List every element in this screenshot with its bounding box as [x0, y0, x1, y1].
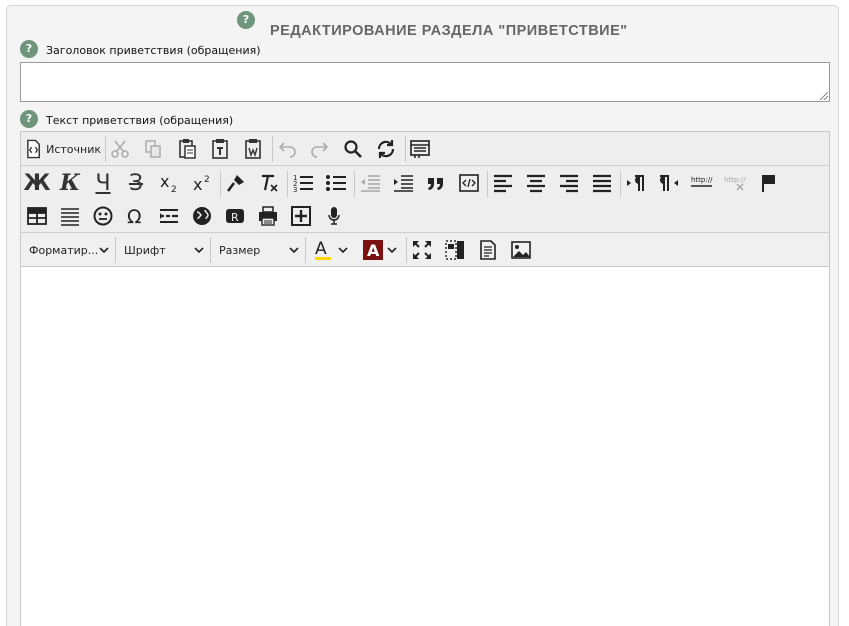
insert-plus-icon[interactable]	[286, 202, 316, 230]
numbered-list-icon[interactable]: 123	[288, 169, 318, 197]
show-blocks-icon[interactable]	[440, 236, 470, 264]
cut-icon[interactable]	[105, 135, 135, 163]
svg-text:2: 2	[204, 175, 210, 185]
editor-content-area[interactable]	[21, 268, 829, 626]
indent-icon[interactable]	[388, 169, 418, 197]
source-label: Источник	[46, 142, 101, 156]
blockquote-icon[interactable]	[421, 169, 451, 197]
background-color-icon: A	[363, 240, 397, 260]
text-color-icon: A	[315, 239, 348, 260]
strikethrough-button[interactable]: З	[121, 169, 151, 197]
separator	[305, 237, 306, 263]
bold-button[interactable]: Ж	[22, 169, 52, 197]
heading-textarea[interactable]	[20, 62, 830, 102]
outdent-icon[interactable]	[355, 169, 385, 197]
chevron-down-icon	[289, 247, 299, 254]
chevron-down-icon	[194, 247, 204, 254]
redo-icon[interactable]	[305, 135, 335, 163]
svg-text:Ω: Ω	[127, 206, 142, 227]
horizontal-rule-icon[interactable]	[55, 202, 85, 230]
undo-icon[interactable]	[272, 135, 302, 163]
rtl-direction-icon[interactable]	[654, 169, 684, 197]
smiley-icon[interactable]	[88, 202, 118, 230]
iframe-globe-icon[interactable]	[187, 202, 217, 230]
page-help-icon[interactable]: ?	[237, 11, 255, 29]
copy-format-icon[interactable]	[221, 169, 251, 197]
special-char-icon[interactable]: Ω	[121, 202, 151, 230]
format-select-value: Форматир...	[29, 243, 99, 257]
size-select[interactable]: Размер	[211, 237, 303, 263]
font-select-value: Шрифт	[124, 243, 166, 257]
source-icon	[27, 139, 40, 159]
print-icon[interactable]	[253, 202, 283, 230]
align-right-icon[interactable]	[554, 169, 584, 197]
svg-text:A: A	[315, 239, 327, 259]
heading-help-icon[interactable]: ?	[20, 40, 38, 58]
text-field-label: Текст приветствия (обращения)	[46, 114, 234, 127]
align-left-icon[interactable]	[488, 169, 518, 197]
toolbar-row-3: Форматир... Шрифт Размер A A	[21, 233, 829, 267]
table-icon[interactable]	[22, 202, 52, 230]
svg-text:2: 2	[171, 185, 177, 194]
heading-field-label: Заголовок приветствия (обращения)	[46, 44, 261, 57]
paste-icon[interactable]	[172, 135, 202, 163]
svg-text:3: 3	[293, 186, 297, 194]
font-select[interactable]: Шрифт	[116, 237, 208, 263]
toolbar-row-1: Источник	[21, 132, 829, 166]
bulleted-list-icon[interactable]	[321, 169, 351, 197]
text-help-icon[interactable]: ?	[20, 110, 38, 128]
templates-icon[interactable]	[405, 135, 435, 163]
size-select-value: Размер	[219, 243, 261, 257]
unlink-icon[interactable]: http://	[720, 169, 750, 197]
page-break-icon[interactable]	[154, 202, 184, 230]
paste-text-icon[interactable]	[205, 135, 235, 163]
svg-text:http://: http://	[691, 176, 713, 184]
source-button[interactable]: Источник	[25, 135, 101, 163]
image-icon[interactable]	[506, 236, 536, 264]
text-color-button[interactable]: A	[309, 236, 353, 264]
code-snippet-icon[interactable]	[454, 169, 484, 197]
align-justify-icon[interactable]	[587, 169, 617, 197]
svg-text:http://: http://	[724, 176, 746, 184]
italic-button[interactable]: К	[55, 169, 85, 197]
replace-icon[interactable]	[371, 135, 401, 163]
superscript-icon[interactable]: x2	[187, 169, 217, 197]
chevron-down-icon	[99, 247, 109, 254]
svg-text:x: x	[160, 172, 169, 191]
svg-text:A: A	[367, 241, 380, 260]
format-select[interactable]: Форматир...	[21, 237, 113, 263]
microphone-icon[interactable]	[319, 202, 349, 230]
svg-text:R: R	[231, 211, 239, 224]
search-icon[interactable]	[338, 135, 368, 163]
link-icon[interactable]: http://	[687, 169, 717, 197]
paste-word-icon[interactable]	[238, 135, 268, 163]
toolbar-row-2: Ж К Ч З x2 x2 123 http:// http:// Ω R	[21, 166, 829, 233]
maximize-icon[interactable]	[407, 236, 437, 264]
widget-r-icon[interactable]: R	[220, 202, 250, 230]
resize-grip[interactable]	[820, 92, 828, 100]
remove-format-icon[interactable]	[254, 169, 284, 197]
underline-button[interactable]: Ч	[88, 169, 118, 197]
ltr-direction-icon[interactable]	[621, 169, 651, 197]
rich-text-editor: Источник Ж К Ч З x 2 x 2 1 2 3 http:// h…	[20, 131, 830, 626]
align-center-icon[interactable]	[521, 169, 551, 197]
svg-text:x: x	[193, 175, 202, 194]
subscript-icon[interactable]: x2	[154, 169, 184, 197]
preview-document-icon[interactable]	[473, 236, 503, 264]
background-color-button[interactable]: A	[359, 236, 403, 264]
copy-icon[interactable]	[138, 135, 168, 163]
greeting-section-panel: ? РЕДАКТИРОВАНИЕ РАЗДЕЛА "ПРИВЕТСТВИЕ" ?…	[6, 5, 839, 626]
anchor-flag-icon[interactable]	[754, 169, 784, 197]
page-title: РЕДАКТИРОВАНИЕ РАЗДЕЛА "ПРИВЕТСТВИЕ"	[270, 23, 628, 39]
